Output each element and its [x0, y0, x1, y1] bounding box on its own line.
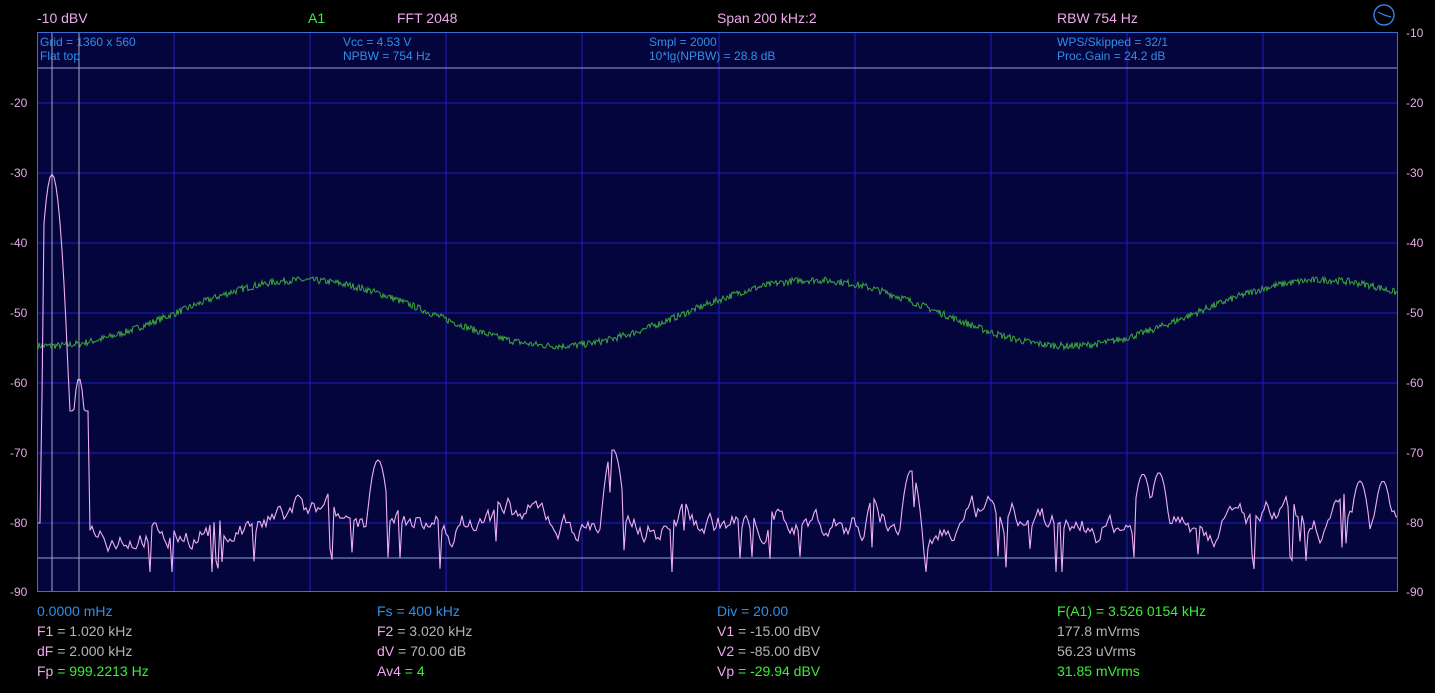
info-vcc: Vcc = 4.53 V — [343, 35, 412, 49]
plot-canvas — [38, 33, 1397, 591]
grid-lines — [38, 33, 1397, 591]
readout-fs: Fs = 400 kHz — [377, 603, 460, 619]
readout-col-3: Div = 20.00 V1 = -15.00 dBV V2 = -85.00 … — [717, 601, 820, 681]
readout-rms-2: 56.23 uVrms — [1057, 643, 1136, 659]
right-tick: -90 — [1406, 585, 1424, 599]
right-tick: -40 — [1406, 236, 1424, 250]
readout-av4[interactable]: Av4 = 4 — [377, 661, 472, 681]
rbw-setting[interactable]: RBW 754 Hz — [1057, 10, 1138, 26]
right-tick: -60 — [1406, 376, 1424, 390]
readout-v1[interactable]: V1 = -15.00 dBV — [717, 621, 820, 641]
info-proc-gain: Proc.Gain = 24.2 dB — [1057, 49, 1166, 63]
info-grid: Grid = 1360 x 560 — [40, 35, 136, 49]
info-npbw: NPBW = 754 Hz — [343, 49, 431, 63]
reference-level[interactable]: -10 dBV — [37, 10, 88, 26]
readout-col-4: F(A1) = 3.526 0154 kHz 177.8 mVrms 56.23… — [1057, 601, 1206, 681]
info-wps: WPS/Skipped = 32/1 Proc.Gain = 24.2 dB — [1057, 35, 1168, 63]
info-wps-skipped: WPS/Skipped = 32/1 — [1057, 35, 1169, 49]
readout-df: dF = 2.000 kHz — [37, 643, 133, 659]
readout-col-1: 0.0000 mHz F1 = 1.020 kHz dF = 2.000 kHz… — [37, 601, 149, 681]
info-smpl: Smpl = 2000 10*lg(NPBW) = 28.8 dB — [649, 35, 775, 63]
right-tick: -70 — [1406, 446, 1424, 460]
right-tick: -80 — [1406, 516, 1424, 530]
readout-fp: Fp = 999.2213 Hz — [37, 663, 149, 679]
readout-fa1: F(A1) = 3.526 0154 kHz — [1057, 603, 1207, 619]
left-tick: -30 — [10, 166, 28, 180]
info-vcc-npbw: Vcc = 4.53 V NPBW = 754 Hz — [343, 35, 431, 63]
readout-dv: dV = 70.00 dB — [377, 643, 467, 659]
right-tick: -10 — [1406, 26, 1424, 40]
info-window: Flat top — [40, 49, 81, 63]
fft-size[interactable]: FFT 2048 — [397, 10, 457, 26]
readout-marker-freq: 0.0000 mHz — [37, 603, 113, 619]
clock-icon[interactable] — [1372, 3, 1396, 27]
readout-div[interactable]: Div = 20.00 — [717, 601, 820, 621]
readout-vp: Vp = -29.94 dBV — [717, 663, 821, 679]
readout-rms-1: 177.8 mVrms — [1057, 623, 1140, 639]
left-tick: -50 — [10, 306, 28, 320]
info-samples: Smpl = 2000 — [649, 35, 717, 49]
readout-rms-3: 31.85 mVrms — [1057, 663, 1140, 679]
readout-f1[interactable]: F1 = 1.020 kHz — [37, 621, 149, 641]
readout-f2[interactable]: F2 = 3.020 kHz — [377, 621, 472, 641]
left-tick: -40 — [10, 236, 28, 250]
right-tick: -50 — [1406, 306, 1424, 320]
info-grid-window: Grid = 1360 x 560 Flat top — [40, 35, 136, 63]
info-lg-npbw: 10*lg(NPBW) = 28.8 dB — [649, 49, 776, 63]
span-setting[interactable]: Span 200 kHz:2 — [717, 10, 817, 26]
left-tick: -70 — [10, 446, 28, 460]
right-tick: -20 — [1406, 96, 1424, 110]
right-tick: -30 — [1406, 166, 1424, 180]
left-tick: -90 — [10, 585, 28, 599]
left-tick: -20 — [10, 96, 28, 110]
channel-label[interactable]: A1 — [308, 10, 325, 26]
spectrum-plot[interactable]: Grid = 1360 x 560 Flat top Vcc = 4.53 V … — [37, 32, 1398, 592]
left-tick: -60 — [10, 376, 28, 390]
readout-col-2: Fs = 400 kHz F2 = 3.020 kHz dV = 70.00 d… — [377, 601, 472, 681]
left-tick: -80 — [10, 516, 28, 530]
spectrum-trace — [38, 173, 1397, 573]
readout-v2[interactable]: V2 = -85.00 dBV — [717, 641, 820, 661]
